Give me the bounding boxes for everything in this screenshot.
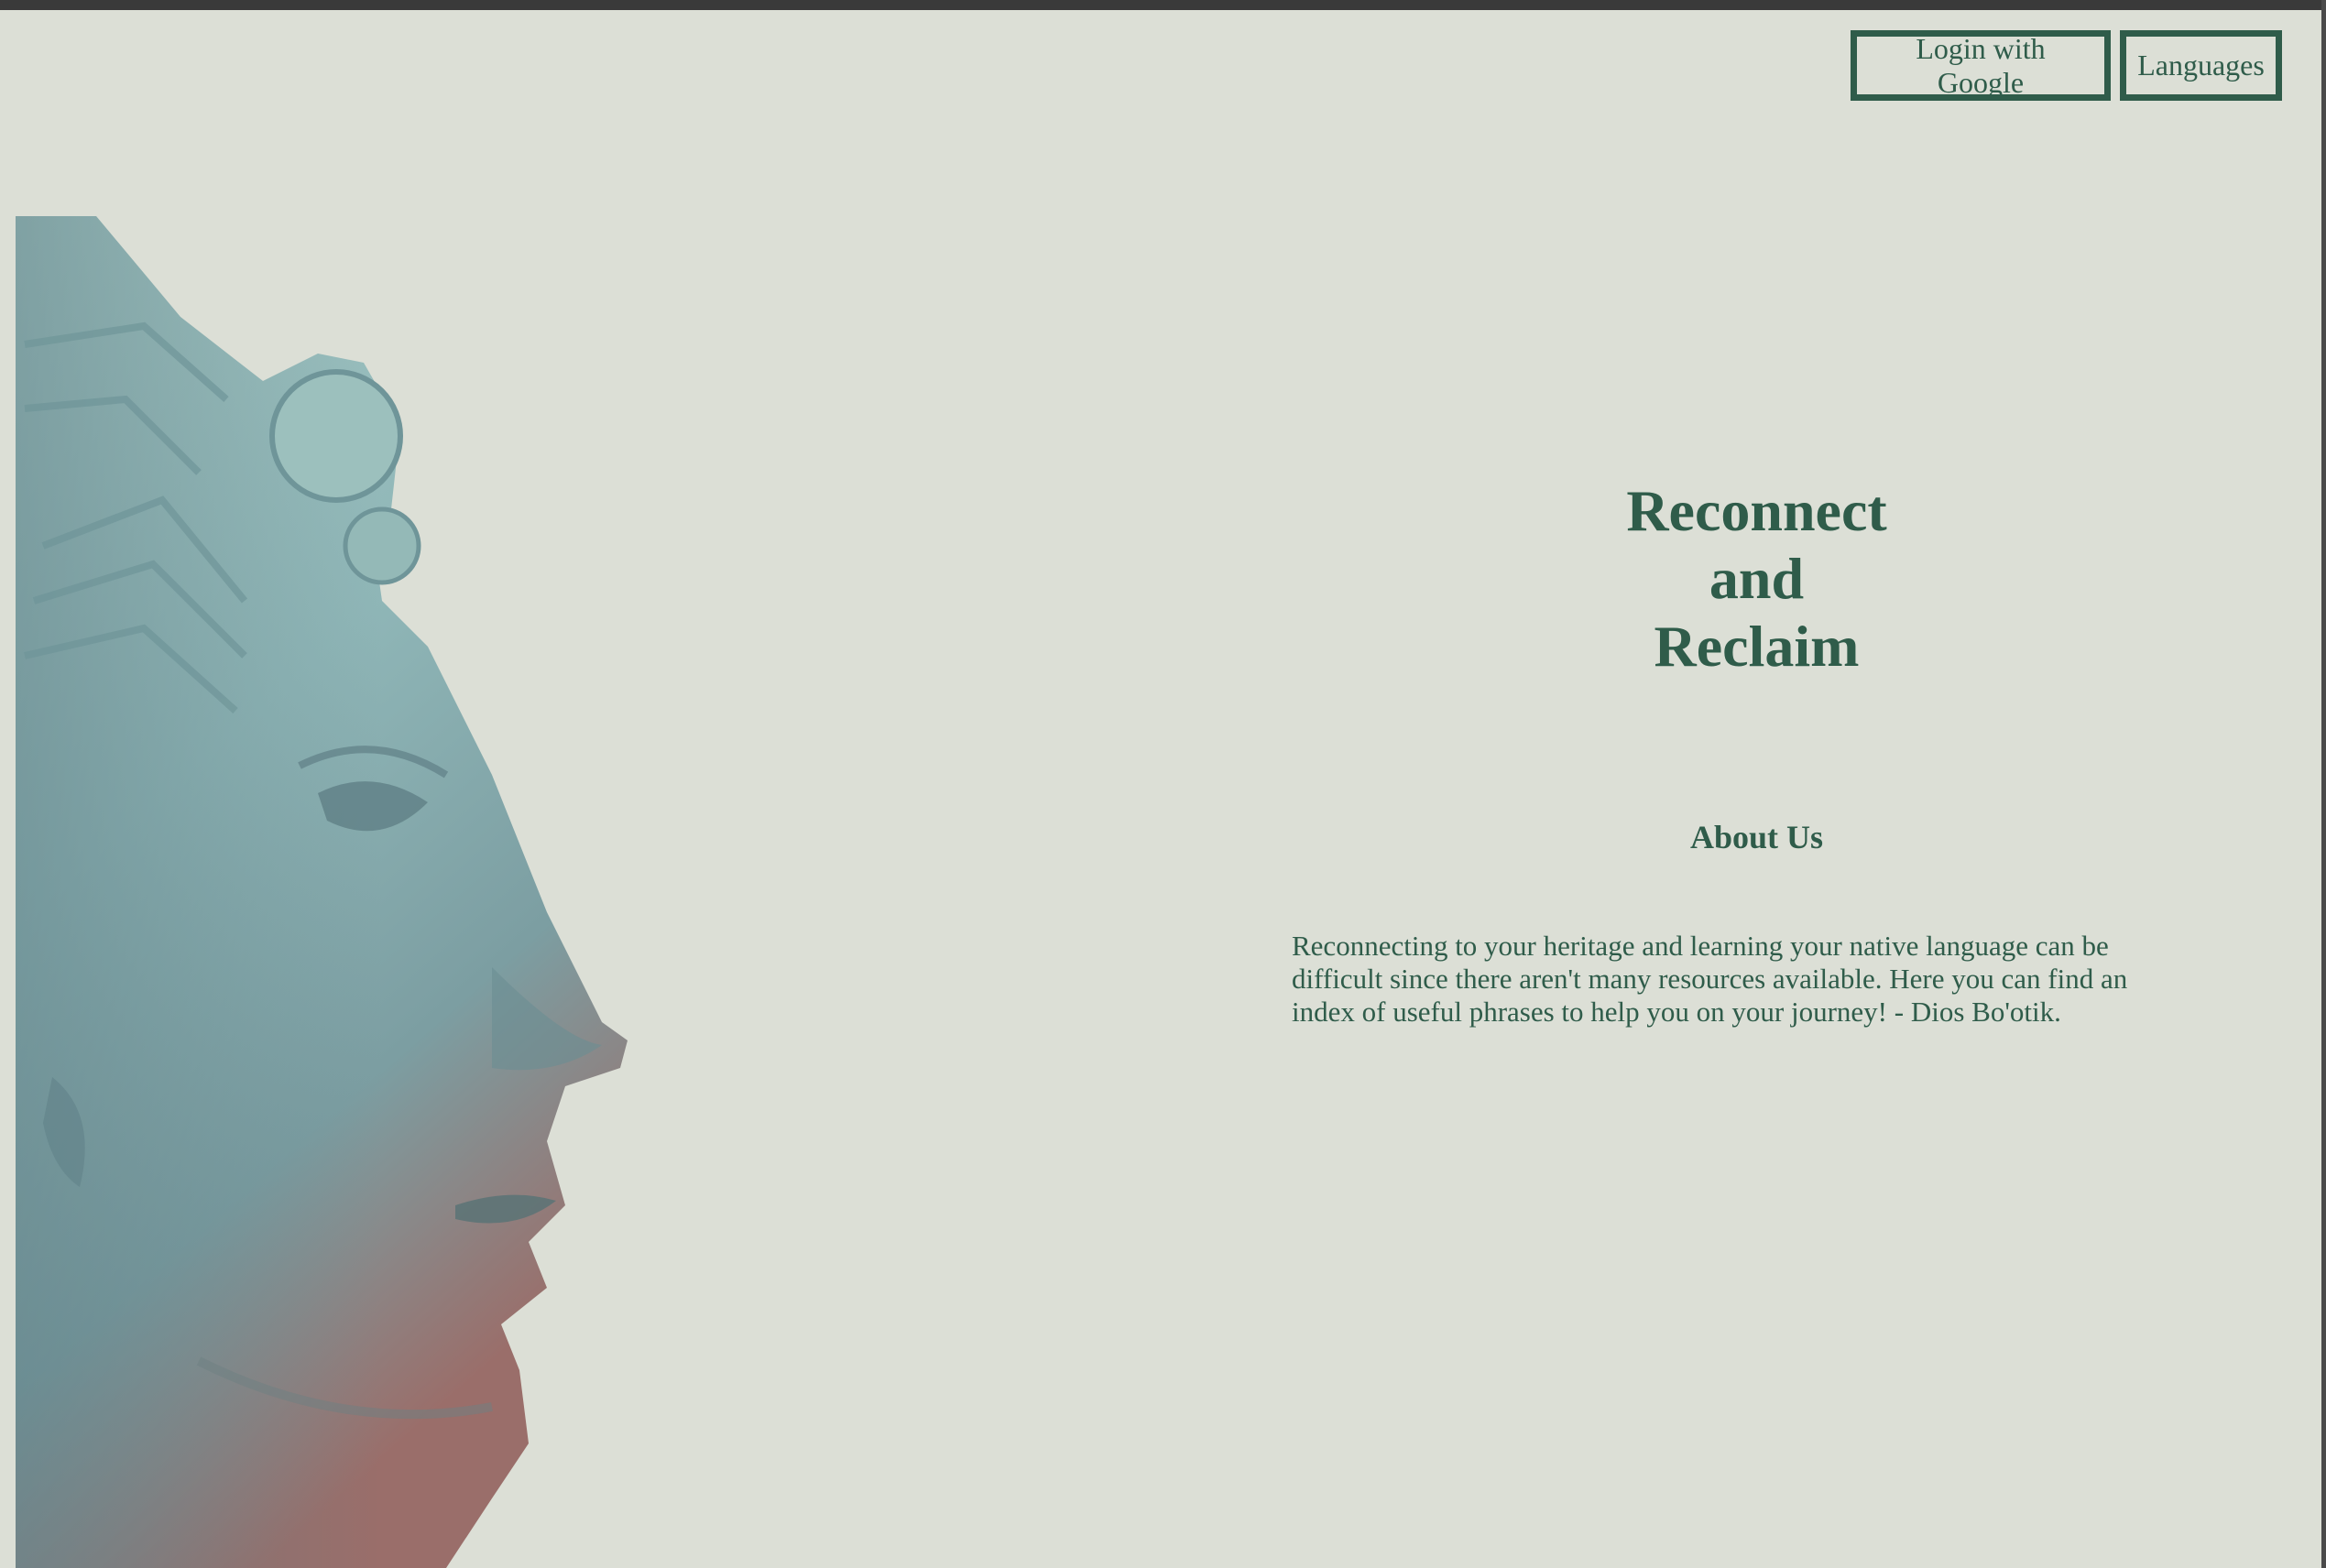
browser-top-bar (0, 0, 2326, 10)
headline-line-2: and (1709, 546, 1805, 611)
window-edge (2321, 0, 2326, 1568)
about-us-text: Reconnecting to your heritage and learni… (1292, 930, 2128, 1028)
stone-head-sculpture-icon (16, 216, 629, 1568)
top-navigation: Login with Google Languages (1851, 30, 2282, 101)
hero-section: Reconnect and Reclaim (1292, 477, 2222, 681)
login-with-google-button[interactable]: Login with Google (1851, 30, 2111, 101)
about-us-title: About Us (1689, 819, 1824, 855)
languages-button[interactable]: Languages (2120, 30, 2282, 101)
headline-line-3: Reclaim (1654, 614, 1860, 679)
headline-line-1: Reconnect (1626, 478, 1887, 543)
page-headline: Reconnect and Reclaim (1292, 477, 2222, 681)
landing-page: Login with Google Languages Reconnect an… (0, 10, 2321, 1568)
